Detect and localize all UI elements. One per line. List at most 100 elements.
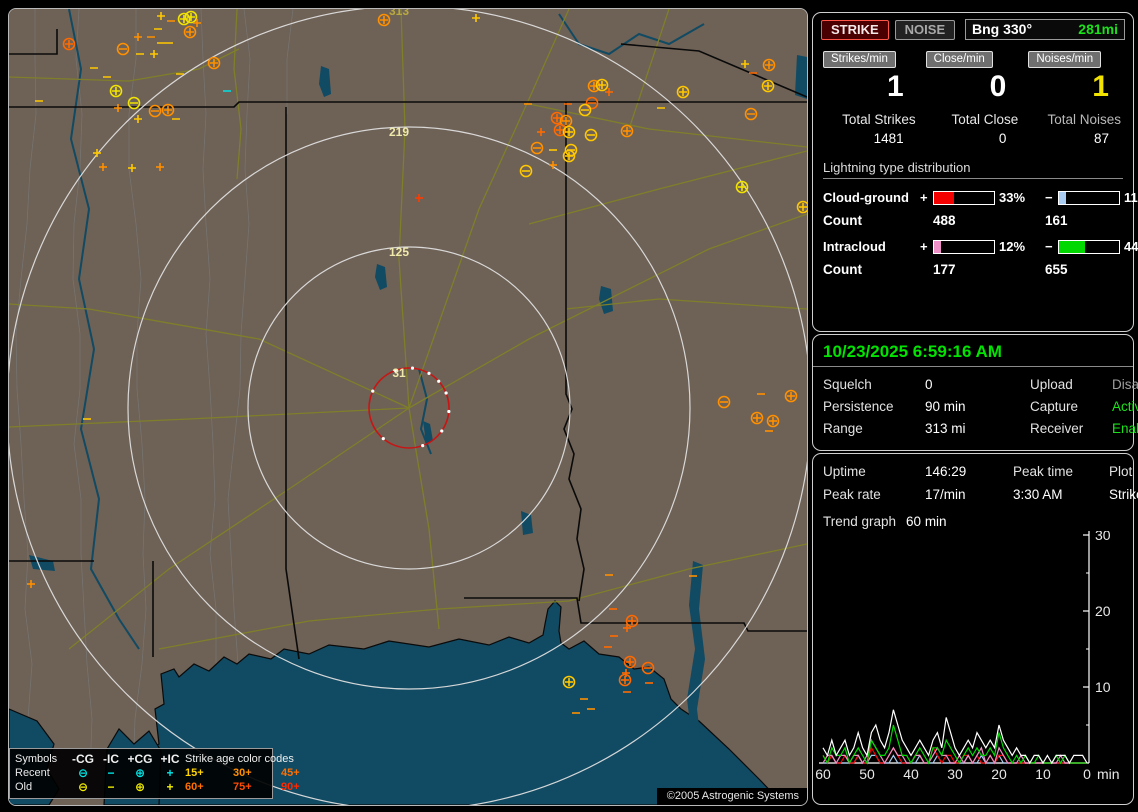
- panel-strike-stats: STRIKE NOISE Bng 330° 281mi Strikes/min …: [812, 12, 1138, 332]
- old-ic-plus-icon: +: [166, 780, 174, 794]
- legend-old-label: Old: [15, 781, 33, 793]
- ic-positive-count: 177: [933, 262, 956, 277]
- total-strikes-value: 1481: [873, 131, 904, 146]
- app-root: { "header": { "strike_label": "STRIKE", …: [0, 0, 1138, 812]
- minus-sign: −: [1045, 239, 1053, 254]
- trend-graph-value[interactable]: 60 min: [906, 514, 947, 529]
- cg-negative-pct: 11%: [1124, 190, 1138, 205]
- peak-rate-value: 17/min: [925, 487, 966, 502]
- persistence-value: 90 min: [925, 399, 966, 414]
- svg-text:125: 125: [389, 245, 409, 259]
- legend-col-pcg: +CG: [127, 752, 153, 766]
- cg-positive-count: 488: [933, 213, 956, 228]
- upload-label: Upload: [1030, 377, 1073, 392]
- ic-negative-count: 655: [1045, 262, 1068, 277]
- svg-text:0: 0: [1083, 766, 1091, 781]
- age-75: 75+: [233, 781, 252, 793]
- recent-cg-minus-icon: ⊖: [77, 766, 89, 780]
- bearing-value: 281mi: [1078, 21, 1118, 37]
- svg-text:313: 313: [389, 9, 409, 18]
- uptime-label: Uptime: [823, 464, 866, 479]
- upload-value: Disabled: [1112, 377, 1138, 392]
- total-close-value: 0: [998, 131, 1007, 146]
- total-close-label: Total Close: [951, 112, 1019, 127]
- svg-text:10: 10: [1035, 766, 1051, 781]
- uptime-value: 146:29: [925, 464, 967, 479]
- total-noises-label: Total Noises: [1047, 112, 1121, 127]
- legend-col-nic: -IC: [103, 752, 119, 766]
- cg-positive-bar: [933, 190, 995, 205]
- range-label: Range: [823, 421, 863, 436]
- legend-recent-label: Recent: [15, 767, 50, 779]
- svg-text:219: 219: [389, 125, 409, 139]
- panel-session-trend: Uptime 146:29 Peak time Plot Peak rate 1…: [812, 453, 1138, 805]
- intracloud-label: Intracloud: [823, 239, 886, 254]
- plot-label: Plot: [1109, 464, 1133, 479]
- cloud-ground-label: Cloud-ground: [823, 190, 909, 205]
- close-per-min-chip[interactable]: Close/min: [925, 51, 993, 68]
- age-60: 60+: [185, 781, 204, 793]
- copyright-notice: ©2005 Astrogenic Systems: [656, 788, 807, 805]
- age-45: 45+: [281, 767, 300, 779]
- distribution-row-cloud-ground: Cloud-ground + 33% − 11%: [823, 190, 1138, 205]
- old-cg-minus-icon: ⊖: [77, 780, 89, 794]
- receiver-label: Receiver: [1030, 421, 1084, 436]
- distribution-row-intracloud: Intracloud + 12% − 44%: [823, 239, 1138, 254]
- plot-value: Strike: [1109, 487, 1138, 502]
- stat-col-strikes: Strikes/min 1 Total Strikes 1481: [823, 49, 918, 146]
- squelch-label: Squelch: [823, 377, 872, 392]
- capture-value: Active: [1112, 399, 1138, 414]
- panel-status: 10/23/2025 6:59:16 AM Squelch 0 Upload D…: [812, 334, 1138, 451]
- svg-text:31: 31: [392, 366, 406, 380]
- peak-rate-label: Peak rate: [823, 487, 881, 502]
- map-canvas[interactable]: 313 219 125 31: [9, 9, 807, 805]
- legend-age-header: Strike age color codes: [185, 753, 294, 765]
- age-30: 30+: [233, 767, 252, 779]
- strikes-per-min-chip[interactable]: Strikes/min: [823, 51, 896, 68]
- recent-ic-plus-icon: +: [166, 766, 174, 780]
- stat-col-close: Close/min 0 Total Close 0: [925, 49, 1021, 146]
- ic-positive-pct: 12%: [999, 239, 1026, 254]
- svg-text:10: 10: [1095, 679, 1111, 695]
- svg-text:40: 40: [903, 766, 919, 781]
- bearing-readout: Bng 330° 281mi: [965, 19, 1125, 40]
- ic-count-row: Count 177 655: [823, 262, 1123, 277]
- cg-positive-pct: 33%: [999, 190, 1026, 205]
- trend-graph: 10 20 30 60 50 40 30 20 10 0 min: [815, 531, 1120, 781]
- cg-negative-bar: [1058, 190, 1120, 205]
- capture-label: Capture: [1030, 399, 1079, 414]
- svg-text:30: 30: [947, 766, 963, 781]
- peak-time-value: 3:30 AM: [1013, 487, 1063, 502]
- map-legend: Symbols -CG -IC +CG +IC Strike age color…: [9, 748, 300, 799]
- peak-time-label: Peak time: [1013, 464, 1074, 479]
- count-label: Count: [823, 213, 862, 228]
- old-ic-minus-icon: −: [107, 780, 115, 794]
- legend-col-ncg: -CG: [72, 752, 94, 766]
- range-value: 313 mi: [925, 421, 966, 436]
- close-per-min-value: 0: [989, 70, 1007, 103]
- stat-col-noises: Noises/min 1 Total Noises 87: [1028, 49, 1123, 146]
- ic-negative-pct: 44%: [1124, 239, 1138, 254]
- recent-ic-minus-icon: −: [107, 766, 115, 780]
- noises-per-min-value: 1: [1092, 70, 1109, 103]
- old-cg-plus-icon: ⊕: [134, 780, 146, 794]
- age-15: 15+: [185, 767, 204, 779]
- plus-sign: +: [920, 190, 928, 205]
- strikes-per-min-value: 1: [886, 70, 904, 103]
- strike-button[interactable]: STRIKE: [821, 19, 889, 40]
- legend-symbols-header: Symbols: [15, 753, 58, 765]
- svg-text:20: 20: [1095, 603, 1111, 619]
- age-90: 90+: [281, 781, 300, 793]
- legend-col-pic: +IC: [160, 752, 180, 766]
- squelch-value: 0: [925, 377, 933, 392]
- cg-negative-count: 161: [1045, 213, 1068, 228]
- noises-per-min-chip[interactable]: Noises/min: [1028, 51, 1102, 68]
- datetime-display: 10/23/2025 6:59:16 AM: [813, 335, 1133, 367]
- distribution-title: Lightning type distribution: [823, 160, 1123, 179]
- svg-text:20: 20: [991, 766, 1007, 781]
- noise-button[interactable]: NOISE: [894, 19, 956, 40]
- lightning-map[interactable]: 313 219 125 31 Symbols -CG -IC +CG +IC Stri…: [8, 8, 808, 806]
- recent-cg-plus-icon: ⊕: [134, 766, 146, 780]
- trend-graph-label: Trend graph: [823, 514, 897, 529]
- svg-text:min: min: [1097, 766, 1120, 781]
